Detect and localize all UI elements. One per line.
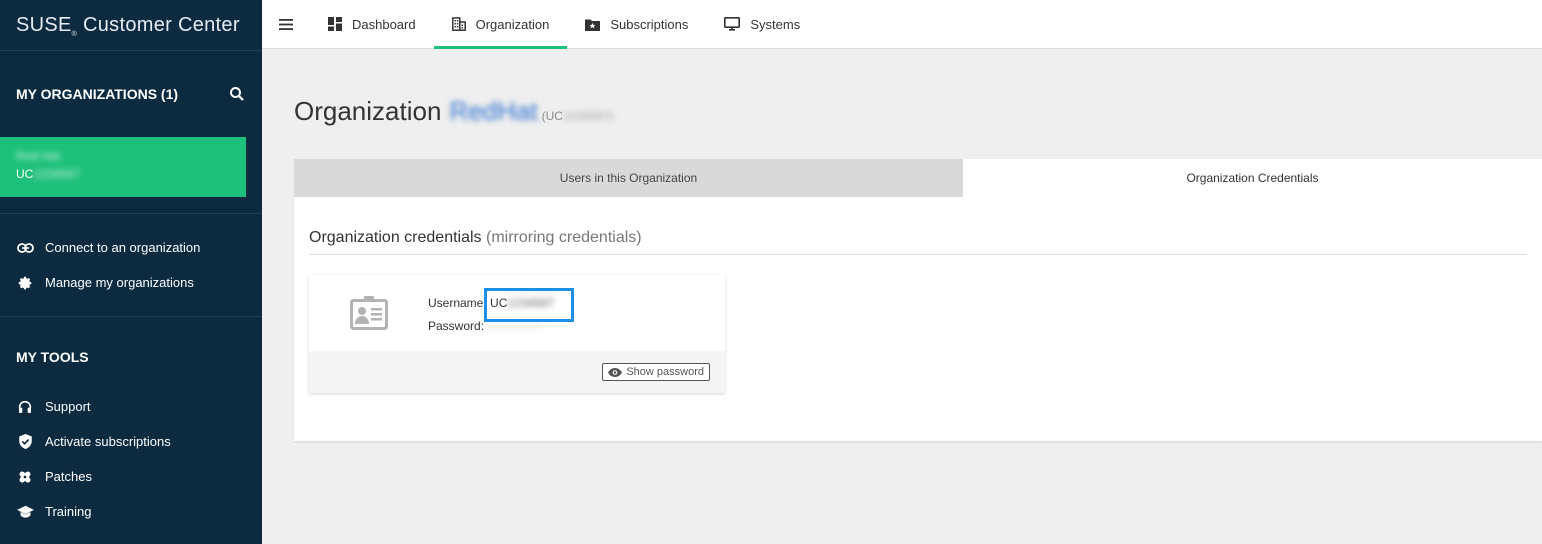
link-icon bbox=[16, 239, 34, 257]
page-title-org-id-prefix: (UC bbox=[541, 109, 563, 123]
tab-subscriptions-label: Subscriptions bbox=[610, 16, 689, 32]
main-content: Organization RedHat (UC1234567) Users in… bbox=[294, 96, 1542, 441]
brand-logo[interactable]: SUSE® Customer Center bbox=[0, 0, 262, 50]
credentials-panel: Organization credentials (mirroring cred… bbox=[294, 197, 1542, 441]
tab-credentials[interactable]: Organization Credentials bbox=[963, 159, 1542, 197]
menu-icon[interactable] bbox=[262, 0, 310, 48]
tab-users-label: Users in this Organization bbox=[559, 171, 698, 185]
tab-users[interactable]: Users in this Organization bbox=[294, 159, 963, 197]
brand-reg: ® bbox=[71, 31, 78, 38]
manage-organizations-link[interactable]: Manage my organizations bbox=[0, 265, 262, 300]
credentials-card-body: Username: UC1234567 Password: ··········… bbox=[309, 275, 725, 351]
tab-credentials-label: Organization Credentials bbox=[1186, 171, 1319, 185]
gear-icon bbox=[16, 274, 34, 292]
building-icon bbox=[451, 17, 466, 31]
headset-icon bbox=[16, 398, 34, 416]
password-label: Password: bbox=[428, 319, 485, 333]
tab-dashboard-label: Dashboard bbox=[352, 16, 416, 32]
training-link[interactable]: Training bbox=[0, 494, 262, 529]
support-label: Support bbox=[45, 399, 91, 414]
tab-systems-label: Systems bbox=[750, 16, 801, 32]
brand-title: SUSE bbox=[16, 14, 72, 36]
tools-heading: MY TOOLS bbox=[16, 349, 89, 365]
show-password-button[interactable]: Show password bbox=[602, 363, 710, 381]
org-card-name: Red Hat bbox=[16, 149, 61, 163]
credentials-heading: Organization credentials (mirroring cred… bbox=[309, 197, 1527, 255]
tab-organization-label: Organization bbox=[475, 16, 550, 32]
tab-subscriptions[interactable]: Subscriptions bbox=[567, 0, 706, 48]
dashboard-icon bbox=[328, 17, 342, 31]
username-label: Username: bbox=[428, 296, 487, 310]
credentials-heading-text: Organization credentials bbox=[309, 229, 482, 246]
page-title-org-id-value: 1234567) bbox=[562, 109, 614, 123]
page-title-org-id: (UC1234567) bbox=[542, 109, 614, 123]
organization-tabs: Users in this Organization Organization … bbox=[294, 159, 1542, 197]
credentials-fields: Username: UC1234567 Password: ··········… bbox=[428, 275, 574, 351]
page-title-text: Organization bbox=[294, 96, 442, 126]
patches-link[interactable]: Patches bbox=[0, 459, 262, 494]
id-card-icon bbox=[309, 275, 428, 351]
activate-subscriptions-label: Activate subscriptions bbox=[45, 434, 171, 449]
organizations-heading-row: MY ORGANIZATIONS (1) bbox=[0, 51, 262, 137]
org-card-id-prefix: UC bbox=[16, 167, 34, 181]
credentials-card: Username: UC1234567 Password: ··········… bbox=[309, 275, 725, 393]
manage-organizations-label: Manage my organizations bbox=[45, 275, 194, 290]
training-label: Training bbox=[45, 504, 92, 519]
credentials-heading-muted: (mirroring credentials) bbox=[486, 229, 642, 246]
top-navigation: Dashboard Organization Subscriptions Sys… bbox=[262, 0, 1542, 49]
shield-check-icon bbox=[16, 433, 34, 451]
brand-subtitle: Customer Center bbox=[83, 14, 240, 36]
tab-systems[interactable]: Systems bbox=[706, 0, 818, 48]
page-title-org-name: RedHat bbox=[449, 96, 538, 126]
username-highlight-box bbox=[484, 288, 574, 322]
tools-list: Support Activate subscriptions Patches T… bbox=[0, 389, 262, 544]
org-links: Connect to an organization Manage my org… bbox=[0, 214, 262, 316]
connect-organization-link[interactable]: Connect to an organization bbox=[0, 230, 262, 265]
sidebar: SUSE® Customer Center MY ORGANIZATIONS (… bbox=[0, 0, 262, 544]
tools-heading-row: MY TOOLS bbox=[0, 317, 262, 397]
support-link[interactable]: Support bbox=[0, 389, 262, 424]
activate-subscriptions-link[interactable]: Activate subscriptions bbox=[0, 424, 262, 459]
search-icon[interactable] bbox=[228, 85, 246, 103]
tab-dashboard[interactable]: Dashboard bbox=[310, 0, 434, 48]
patches-label: Patches bbox=[45, 469, 92, 484]
org-card-id: 1234567 bbox=[33, 167, 81, 181]
folder-star-icon bbox=[585, 18, 601, 31]
tab-organization[interactable]: Organization bbox=[433, 0, 568, 49]
credentials-card-footer: Show password bbox=[309, 351, 725, 393]
show-password-label: Show password bbox=[626, 366, 704, 378]
connect-organization-label: Connect to an organization bbox=[45, 240, 201, 255]
monitor-icon bbox=[724, 17, 741, 31]
eye-icon bbox=[608, 367, 623, 377]
organizations-heading: MY ORGANIZATIONS (1) bbox=[16, 86, 179, 102]
organization-card[interactable]: Red Hat UC1234567 bbox=[0, 137, 246, 197]
bandage-icon bbox=[16, 468, 34, 486]
page-title: Organization RedHat (UC1234567) bbox=[294, 96, 1542, 140]
graduation-cap-icon bbox=[16, 503, 34, 521]
